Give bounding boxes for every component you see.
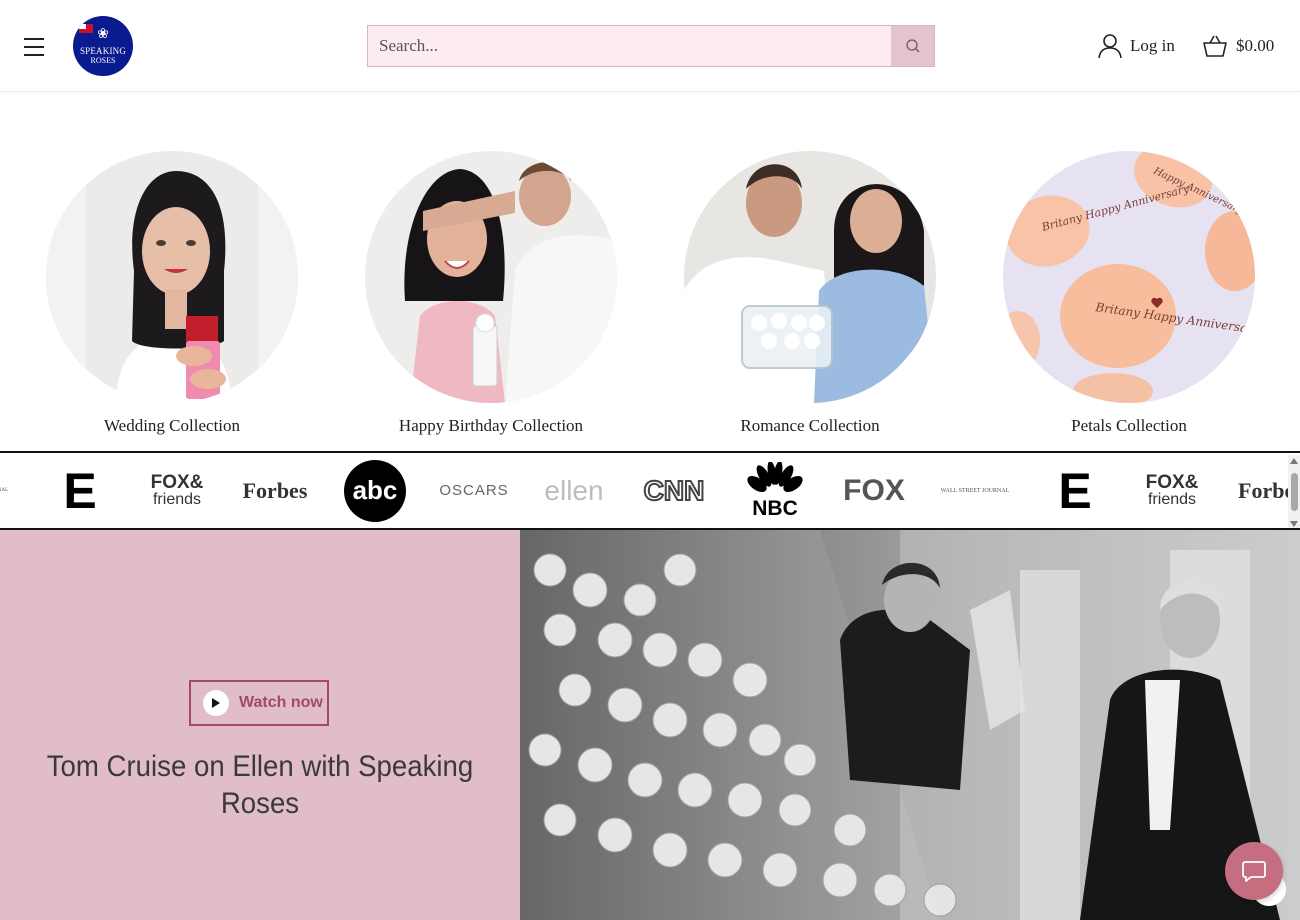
speaking-roses-logo[interactable]: ❀ SPEAKING ROSES: [73, 16, 133, 76]
search-icon: [905, 39, 919, 53]
collection-image: Britany Happy Anniversary Britany Happy …: [1003, 151, 1255, 403]
press-logo-fox: FOX: [843, 473, 905, 507]
cart-total: $0.00: [1236, 36, 1275, 55]
collection-image: [684, 151, 936, 403]
video-promo-panel: Watch now Tom Cruise on Ellen with Speak…: [0, 530, 520, 920]
login-link[interactable]: Log in: [1098, 32, 1175, 60]
collection-title: Happy Birthday Collection: [398, 416, 584, 435]
collection-wedding[interactable]: Wedding Collection: [46, 151, 298, 435]
collection-image: [365, 151, 617, 403]
press-logo-wsj: WALL STREET JOURNAL: [940, 487, 1010, 494]
search-input[interactable]: [368, 26, 892, 66]
press-logo-ellen: ellen: [544, 474, 604, 506]
collection-image: [46, 151, 298, 403]
user-icon: [1098, 34, 1122, 59]
cart-link[interactable]: $0.00: [1202, 32, 1274, 60]
logo-text-line2: ROSES: [90, 56, 116, 65]
logo-text-line1: SPEAKING: [79, 46, 127, 56]
scroll-up-arrow-icon[interactable]: [1290, 458, 1298, 464]
collection-birthday[interactable]: Happy Birthday Collection: [365, 151, 617, 435]
press-logo-e: E: [1058, 462, 1092, 519]
press-logo-strip: NAL E FOX& friends Forbes abc OSCARS ell…: [0, 451, 1300, 530]
press-logo-oscars: OSCARS: [439, 482, 509, 499]
press-logo-nbc: NBC: [744, 453, 806, 528]
basket-icon: [1203, 35, 1227, 57]
press-logo-forbes: Forbes: [242, 477, 308, 503]
collection-title: Wedding Collection: [103, 416, 241, 435]
video-still-image[interactable]: [520, 530, 1300, 920]
strip-scrollbar[interactable]: [1288, 455, 1300, 528]
collection-title: Romance Collection: [740, 416, 880, 435]
collection-title: Petals Collection: [1071, 416, 1187, 435]
chat-button[interactable]: [1225, 842, 1283, 900]
scroll-down-arrow-icon[interactable]: [1290, 521, 1298, 527]
hamburger-menu-icon[interactable]: [24, 38, 44, 56]
watch-now-label: Watch now: [239, 694, 323, 711]
chat-bubble-icon: [1242, 861, 1266, 882]
search-bar: [367, 25, 935, 67]
promo-headline: Tom Cruise on Ellen with Speaking Roses: [46, 750, 474, 820]
collection-romance[interactable]: Romance Collection: [684, 151, 936, 435]
press-logo-cnn: CNN: [643, 474, 706, 507]
login-label: Log in: [1130, 36, 1175, 55]
press-logo-fox-friends: FOX& friends: [150, 471, 204, 508]
press-logo-fox-friends: FOX& friends: [1145, 471, 1199, 508]
nbc-peacock-icon: [747, 461, 803, 492]
play-icon: [203, 690, 229, 716]
rose-emblem-icon: ❀: [97, 27, 109, 42]
site-header: ❀ SPEAKING ROSES Log in $0.00: [0, 0, 1300, 92]
press-logo-wsj-partial: NAL: [0, 488, 9, 493]
press-logo-e: E: [63, 462, 97, 519]
scroll-thumb[interactable]: [1291, 473, 1298, 511]
search-button[interactable]: [891, 26, 934, 66]
collection-petals[interactable]: Britany Happy Anniversary Britany Happy …: [1003, 151, 1255, 435]
press-logo-abc: abc: [344, 453, 406, 528]
press-logo-forbes: Forbes: [1238, 477, 1288, 503]
watch-now-button[interactable]: Watch now: [189, 680, 329, 726]
